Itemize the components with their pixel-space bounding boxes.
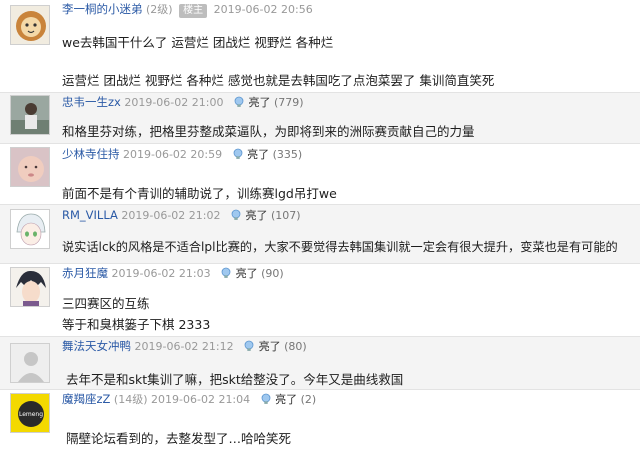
- post-time: 2019-06-02 21:00: [124, 96, 224, 109]
- default-user-icon: [11, 344, 49, 382]
- lion-avatar-icon: [11, 6, 49, 44]
- post-2-text: 和格里芬对练，把格里芬整成菜逼队，为即将到来的洲际赛贡献自己的力量: [62, 124, 475, 139]
- username[interactable]: 魔羯座zZ: [62, 392, 110, 406]
- like-label: 亮了: [235, 267, 258, 280]
- like-button[interactable]: 亮了 (80): [243, 339, 307, 355]
- post-1: 李一桐的小迷弟 (2级) 楼主 2019-06-02 20:56 we去韩国干什…: [0, 0, 640, 92]
- post-5: 赤月狂魔 2019-06-02 21:03 亮了 (90) 三四赛区的互练 等于…: [0, 264, 640, 336]
- avatar-default[interactable]: [10, 343, 50, 383]
- post-3: 少林寺住持 2019-06-02 20:59 亮了 (335) 前面不是有个青训…: [0, 144, 640, 204]
- post-1-header: 李一桐的小迷弟 (2级) 楼主 2019-06-02 20:56: [62, 1, 313, 18]
- post-4-header: RM_VILLA 2019-06-02 21:02 亮了 (107): [62, 207, 301, 223]
- post-2-header: 忠韦一生zx 2019-06-02 21:00 亮了 (779): [62, 94, 304, 110]
- post-5-text-2: 等于和臭棋篓子下棋 2333: [62, 317, 211, 332]
- lightbulb-icon: [233, 148, 243, 159]
- like-label: 亮了: [275, 393, 298, 406]
- username[interactable]: 李一桐的小迷弟: [62, 2, 143, 16]
- post-5-header: 赤月狂魔 2019-06-02 21:03 亮了 (90): [62, 265, 284, 281]
- lightbulb-icon: [261, 393, 271, 404]
- post-7-header: 魔羯座zZ (14级) 2019-06-02 21:04 亮了 (2): [62, 391, 316, 407]
- avatar-logo-text: Lemeng: [19, 411, 43, 418]
- user-level: (14级): [113, 393, 148, 406]
- avatar-lion[interactable]: [10, 5, 50, 45]
- person-photo-icon: [11, 96, 49, 134]
- username[interactable]: 忠韦一生zx: [62, 95, 121, 109]
- post-time: 2019-06-02 20:56: [213, 3, 313, 16]
- like-button[interactable]: 亮了 (779): [233, 95, 304, 111]
- like-count: (107): [271, 209, 301, 222]
- like-button[interactable]: 亮了 (90): [220, 266, 284, 282]
- post-1-text-2: 运营烂 团战烂 视野烂 各种烂 感觉也就是去韩国吃了点泡菜罢了 集训简直笑死: [62, 73, 495, 88]
- avatar-anime[interactable]: [10, 209, 50, 249]
- post-7-text: 隔壁论坛看到的，去整发型了…哈哈笑死: [66, 431, 292, 446]
- avatar-baby[interactable]: [10, 147, 50, 187]
- like-count: (335): [272, 148, 303, 161]
- op-badge: 楼主: [179, 4, 208, 18]
- like-label: 亮了: [245, 209, 268, 222]
- lemeng-logo-icon: Lemeng: [11, 394, 49, 432]
- lightbulb-icon: [221, 267, 231, 278]
- user-level: (2级): [146, 3, 173, 16]
- like-button[interactable]: 亮了 (335): [232, 147, 303, 163]
- like-count: (80): [284, 340, 307, 353]
- post-3-text: 前面不是有个青训的辅助说了，训练赛lgd吊打we: [62, 186, 337, 201]
- post-time: 2019-06-02 20:59: [123, 148, 223, 161]
- post-6-header: 舞法天女冲鸭 2019-06-02 21:12 亮了 (80): [62, 338, 307, 354]
- post-time: 2019-06-02 21:02: [121, 209, 221, 222]
- baby-photo-icon: [11, 148, 49, 186]
- lightbulb-icon: [244, 340, 254, 351]
- like-count: (90): [261, 267, 284, 280]
- post-time: 2019-06-02 21:12: [134, 340, 234, 353]
- post-7: Lemeng 魔羯座zZ (14级) 2019-06-02 21:04 亮了 (…: [0, 390, 640, 451]
- anime-character-icon: [11, 268, 49, 306]
- username[interactable]: RM_VILLA: [62, 208, 118, 222]
- avatar-anime-2[interactable]: [10, 267, 50, 307]
- lightbulb-icon: [234, 96, 244, 107]
- username[interactable]: 少林寺住持: [62, 147, 120, 161]
- like-button[interactable]: 亮了 (107): [230, 208, 301, 224]
- like-count: (779): [273, 96, 304, 109]
- post-2: 忠韦一生zx 2019-06-02 21:00 亮了 (779) 和格里芬对练，…: [0, 93, 640, 143]
- post-1-text-1: we去韩国干什么了 运营烂 团战烂 视野烂 各种烂: [62, 35, 334, 50]
- lightbulb-icon: [231, 209, 241, 220]
- post-6: 舞法天女冲鸭 2019-06-02 21:12 亮了 (80) 去年不是和skt…: [0, 337, 640, 389]
- post-3-header: 少林寺住持 2019-06-02 20:59 亮了 (335): [62, 146, 302, 162]
- like-label: 亮了: [248, 96, 271, 109]
- username[interactable]: 赤月狂魔: [62, 266, 108, 280]
- like-count: (2): [300, 393, 317, 406]
- post-4-text: 说实话lck的风格是不适合lpl比赛的，大家不要觉得去韩国集训就一定会有很大提升…: [62, 240, 618, 254]
- post-time: 2019-06-02 21:03: [111, 267, 211, 280]
- avatar-lemeng[interactable]: Lemeng: [10, 393, 50, 433]
- like-label: 亮了: [247, 148, 270, 161]
- anime-character-icon: [11, 210, 49, 248]
- username[interactable]: 舞法天女冲鸭: [62, 339, 131, 353]
- post-4: RM_VILLA 2019-06-02 21:02 亮了 (107) 说实话lc…: [0, 205, 640, 263]
- like-button[interactable]: 亮了 (2): [260, 392, 317, 408]
- post-5-text-1: 三四赛区的互练: [62, 296, 150, 311]
- avatar-photo[interactable]: [10, 95, 50, 135]
- like-label: 亮了: [258, 340, 281, 353]
- post-time: 2019-06-02 21:04: [151, 393, 251, 406]
- post-6-text: 去年不是和skt集训了嘛，把skt给整没了。今年又是曲线救国: [66, 372, 404, 387]
